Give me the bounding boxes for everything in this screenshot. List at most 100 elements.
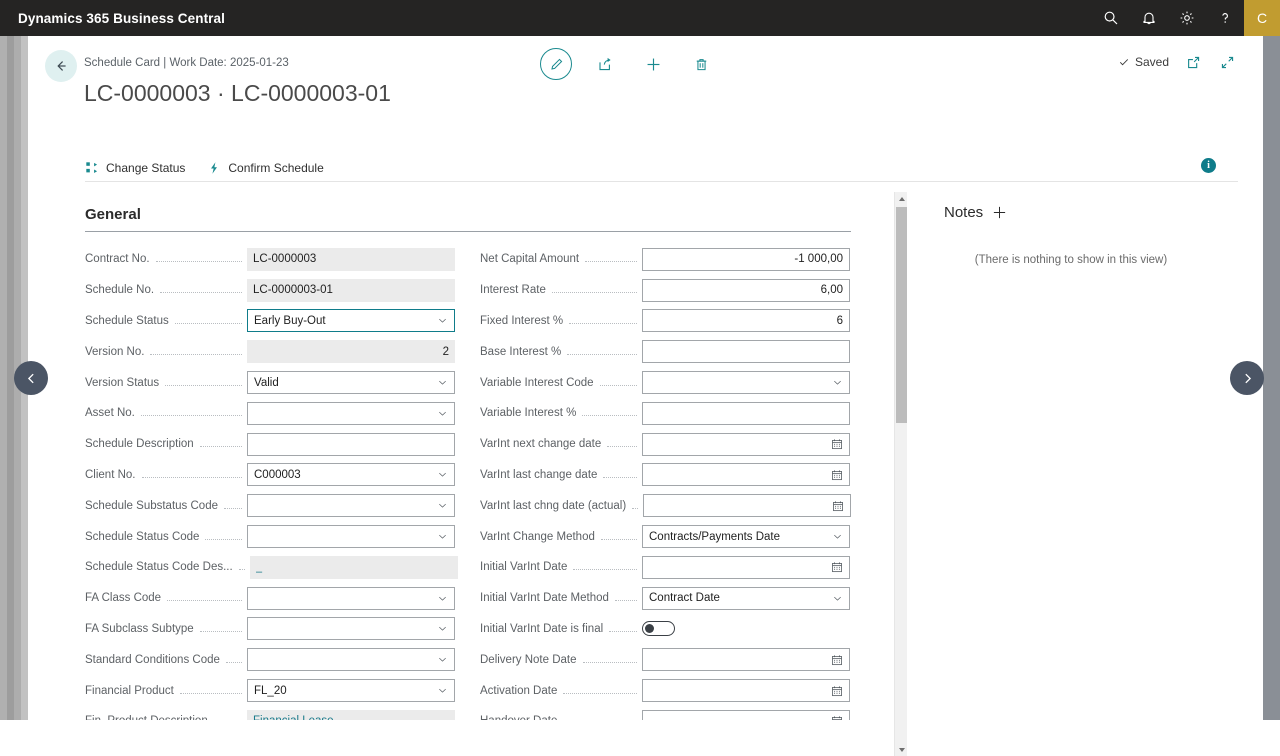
field-input[interactable]: 6 (642, 309, 850, 333)
chevron-down-icon[interactable] (832, 377, 843, 388)
field-control[interactable] (247, 617, 455, 641)
page-scrollbar[interactable] (1263, 36, 1280, 720)
field-input[interactable]: FL_20 (247, 679, 455, 703)
collapse-icon[interactable] (1217, 52, 1237, 72)
field-input[interactable] (247, 648, 455, 672)
field-control[interactable]: FL_20 (247, 679, 455, 703)
field-input[interactable]: 6,00 (642, 278, 850, 302)
calendar-icon[interactable] (832, 500, 844, 512)
field-input[interactable] (247, 617, 455, 641)
action-confirm-schedule[interactable]: Confirm Schedule (207, 161, 324, 175)
field-control[interactable]: LC-0000003 (247, 247, 455, 271)
field-input[interactable]: Valid (247, 371, 455, 395)
field-control[interactable] (247, 432, 455, 456)
edit-button[interactable] (540, 48, 572, 80)
field-input[interactable] (642, 555, 850, 579)
field-control[interactable]: C000003 (247, 463, 455, 487)
calendar-icon[interactable] (831, 685, 843, 697)
field-control[interactable] (642, 340, 850, 364)
calendar-icon[interactable] (831, 654, 843, 666)
field-control[interactable]: -1 000,00 (642, 247, 850, 271)
field-input[interactable]: Early Buy-Out (247, 309, 455, 333)
add-note-icon[interactable] (992, 205, 1007, 220)
field-control[interactable] (642, 709, 850, 720)
field-input[interactable] (642, 340, 850, 364)
info-icon[interactable]: i (1201, 158, 1216, 173)
field-control[interactable] (642, 679, 850, 703)
chevron-down-icon[interactable] (832, 593, 843, 604)
back-button[interactable] (45, 50, 77, 82)
field-input[interactable]: Financial Lease (247, 709, 455, 720)
search-icon[interactable] (1092, 0, 1130, 36)
field-control[interactable] (642, 371, 850, 395)
avatar[interactable]: C (1244, 0, 1280, 36)
field-input[interactable] (247, 401, 455, 425)
field-input[interactable]: Contract Date (642, 586, 850, 610)
field-control[interactable] (642, 617, 850, 640)
toggle-switch[interactable] (642, 621, 675, 637)
field-input[interactable] (642, 371, 850, 395)
scroll-down-icon[interactable] (895, 743, 908, 756)
field-input[interactable]: Contracts/Payments Date (642, 525, 850, 549)
field-input[interactable] (642, 463, 850, 487)
field-input[interactable] (247, 586, 455, 610)
field-control[interactable] (247, 648, 455, 672)
field-control[interactable] (247, 586, 455, 610)
field-input[interactable] (642, 709, 850, 720)
chevron-down-icon[interactable] (437, 315, 448, 326)
chevron-down-icon[interactable] (437, 408, 448, 419)
previous-record-button[interactable] (14, 361, 48, 395)
field-control[interactable]: LC-0000003-01 (247, 278, 455, 302)
field-input[interactable] (642, 432, 850, 456)
calendar-icon[interactable] (831, 561, 843, 573)
chevron-down-icon[interactable] (437, 531, 448, 542)
next-record-button[interactable] (1230, 361, 1264, 395)
form-scrollbar[interactable] (894, 192, 907, 756)
new-button[interactable] (638, 49, 668, 79)
delete-button[interactable] (686, 49, 716, 79)
field-input[interactable] (642, 648, 850, 672)
field-input[interactable]: -1 000,00 (642, 247, 850, 271)
field-control[interactable]: 6,00 (642, 278, 850, 302)
field-control[interactable] (642, 648, 850, 672)
field-control[interactable] (642, 555, 850, 579)
chevron-down-icon[interactable] (437, 593, 448, 604)
field-input[interactable] (642, 401, 850, 425)
field-control[interactable] (247, 494, 455, 518)
chevron-down-icon[interactable] (437, 685, 448, 696)
field-control[interactable] (642, 401, 850, 425)
field-control[interactable]: 2 (247, 340, 455, 364)
field-control[interactable]: Contracts/Payments Date (642, 525, 850, 549)
field-control[interactable]: Financial Lease (247, 709, 455, 720)
field-control[interactable] (247, 401, 455, 425)
field-input[interactable]: _ (249, 555, 458, 579)
scrollbar-thumb[interactable] (896, 207, 907, 423)
field-control[interactable] (247, 525, 455, 549)
chevron-down-icon[interactable] (437, 623, 448, 634)
field-input[interactable] (642, 679, 850, 703)
calendar-icon[interactable] (831, 715, 843, 720)
field-control[interactable]: Contract Date (642, 586, 850, 610)
field-control[interactable]: Valid (247, 371, 455, 395)
share-button[interactable] (590, 49, 620, 79)
field-control[interactable]: 6 (642, 309, 850, 333)
field-input[interactable] (247, 494, 455, 518)
scroll-up-icon[interactable] (895, 192, 908, 205)
chevron-down-icon[interactable] (437, 500, 448, 511)
field-control[interactable]: _ (249, 555, 458, 579)
help-icon[interactable] (1206, 0, 1244, 36)
field-input[interactable] (247, 432, 455, 456)
action-change-status[interactable]: Change Status (85, 161, 185, 175)
field-control[interactable] (642, 432, 850, 456)
field-input[interactable] (643, 494, 852, 518)
field-input[interactable] (247, 525, 455, 549)
field-input[interactable]: 2 (247, 340, 455, 364)
field-control[interactable]: Early Buy-Out (247, 309, 455, 333)
gear-icon[interactable] (1168, 0, 1206, 36)
notifications-icon[interactable] (1130, 0, 1168, 36)
chevron-down-icon[interactable] (437, 377, 448, 388)
chevron-down-icon[interactable] (437, 469, 448, 480)
field-control[interactable] (643, 494, 852, 518)
field-input[interactable]: LC-0000003-01 (247, 278, 455, 302)
field-input[interactable]: C000003 (247, 463, 455, 487)
